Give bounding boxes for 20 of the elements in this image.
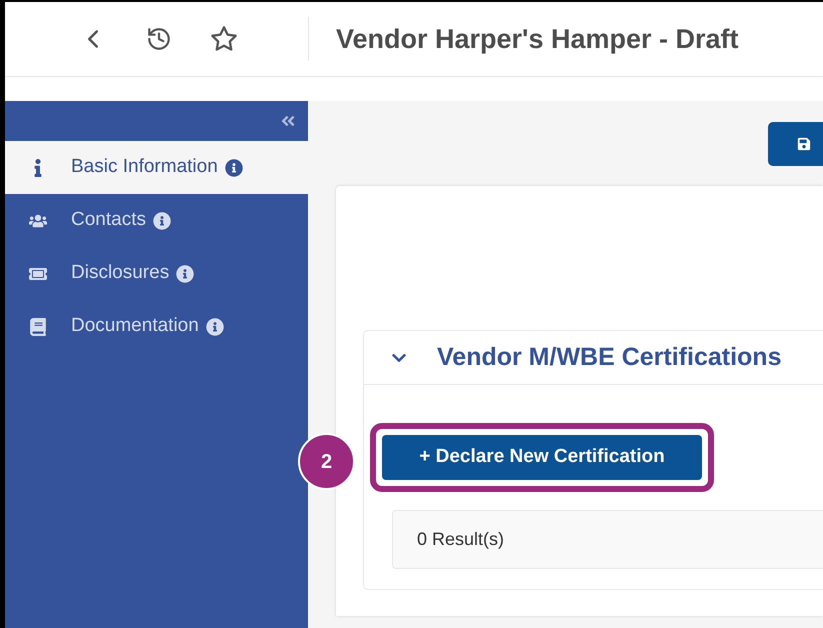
- step-badge: 2: [298, 433, 355, 490]
- book-icon: [29, 318, 47, 336]
- page-title: Vendor Harper's Hamper - Draft: [336, 22, 739, 56]
- star-icon[interactable]: [210, 25, 238, 53]
- sidebar-label: Documentation: [71, 314, 199, 338]
- sidebar-label: Disclosures: [71, 261, 170, 286]
- sidebar-item[interactable]: Disclosures: [5, 247, 308, 300]
- sidebar-label: Basic Information: [71, 155, 218, 180]
- results-count: 0 Result(s): [417, 528, 504, 551]
- collapse-icon[interactable]: [280, 113, 296, 129]
- sidebar-item[interactable]: Contacts: [5, 194, 308, 247]
- sidebar-item[interactable]: Documentation: [5, 300, 308, 353]
- sidebar-label: Contacts: [71, 208, 146, 232]
- section-title: Vendor M/WBE Certifications: [437, 342, 782, 373]
- save-icon: [797, 136, 811, 150]
- save-button[interactable]: [768, 122, 823, 166]
- sidebar-item[interactable]: Basic Information: [5, 141, 308, 194]
- history-icon[interactable]: [146, 26, 172, 52]
- users-icon: [29, 212, 47, 230]
- declare-certification-button[interactable]: + Declare New Certification: [382, 435, 702, 480]
